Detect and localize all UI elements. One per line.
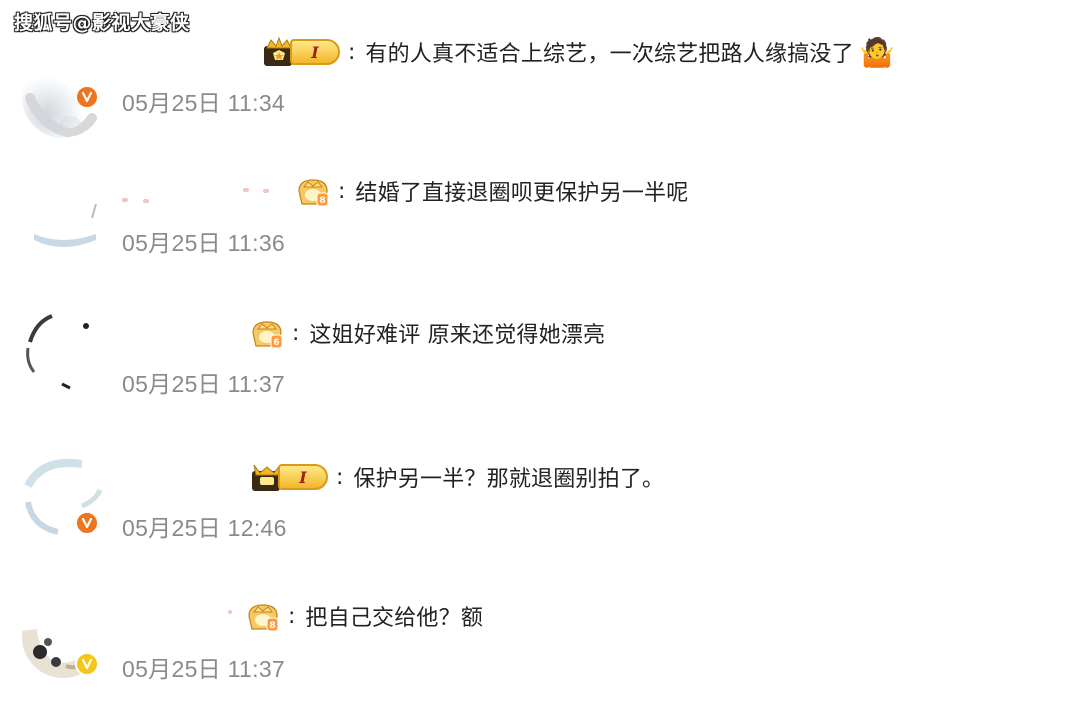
verified-orange-icon [75, 85, 99, 109]
comment-time: 05月25日 11:36 [122, 230, 286, 256]
comment-time: 05月25日 11:37 [122, 656, 286, 682]
svg-text:6: 6 [273, 338, 279, 348]
comment-text: 把自己交给他？额 [305, 606, 484, 631]
colon: : [348, 39, 356, 65]
verified-gold-icon [75, 652, 99, 676]
comment-time: 05月25日 12:46 [122, 515, 287, 541]
member-level-badge: 6 [250, 317, 284, 349]
comment-text: 这姐好难评 原来还觉得她漂亮 [309, 323, 606, 348]
member-level-badge: I [250, 461, 328, 493]
level-pill: I [290, 39, 340, 65]
colon: : [338, 178, 346, 204]
comment-time: 05月25日 11:37 [122, 371, 286, 397]
member-level-badge: 8 [246, 600, 280, 632]
comment-time: 05月25日 11:34 [122, 90, 286, 116]
comment-text: 结婚了直接退圈呗更保护另一半呢 [355, 181, 689, 206]
comment-item: 6 : 这姐好难评 原来还觉得她漂亮 05月25日 11:37 [0, 312, 1079, 442]
level-pill: I [278, 464, 328, 490]
colon: : [292, 320, 300, 346]
svg-text:8: 8 [319, 196, 325, 206]
crown-icon: 8 [248, 604, 279, 632]
avatar[interactable] [22, 312, 104, 394]
shrug-emoji-icon: 🤷 [859, 35, 895, 69]
comment-text: 保护另一半？那就退圈别拍了。 [353, 467, 665, 492]
colon: : [336, 464, 344, 490]
verified-orange-icon [75, 511, 99, 535]
crown-icon: 6 [252, 321, 283, 349]
svg-text:8: 8 [269, 621, 275, 631]
avatar[interactable] [22, 176, 104, 258]
crown-icon: 8 [298, 179, 329, 207]
colon: : [288, 603, 296, 629]
member-level-badge: 8 [296, 175, 330, 207]
member-level-badge: I [262, 36, 340, 68]
comment-item: 8 : 结婚了直接退圈呗更保护另一半呢 05月25日 11:36 [0, 168, 1079, 298]
comment-item: 8 : 把自己交给他？额 05月25日 11:37 [0, 596, 1079, 704]
comment-text: 有的人真不适合上综艺，一次综艺把路人缘搞没了 [365, 42, 854, 67]
comment-item: I : 有的人真不适合上综艺，一次综艺把路人缘搞没了 🤷 05月25日 11:3… [0, 28, 1079, 158]
comment-item: I : 保护另一半？那就退圈别拍了。 05月25日 12:46 [0, 456, 1079, 586]
